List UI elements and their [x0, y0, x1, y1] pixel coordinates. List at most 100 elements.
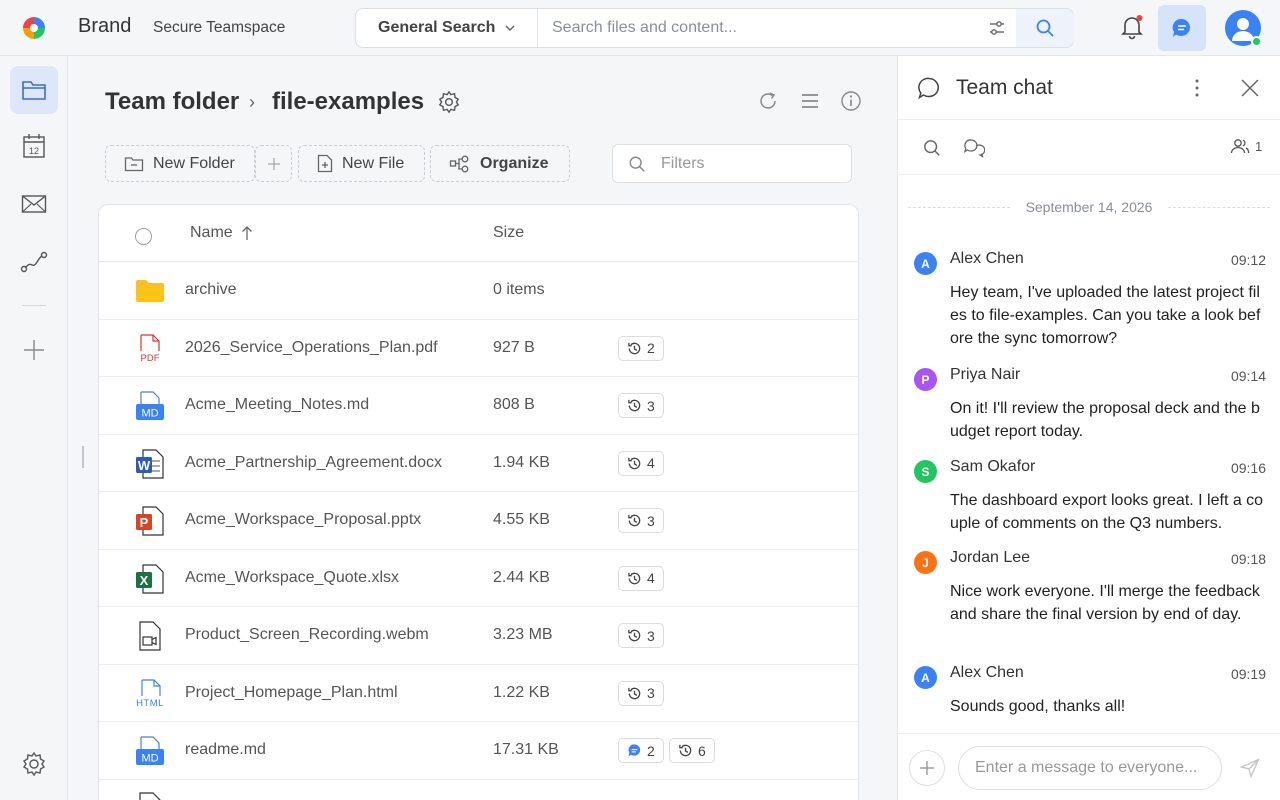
- members-count[interactable]: 1: [1230, 138, 1262, 154]
- chat-toggle-button[interactable]: [1158, 5, 1206, 51]
- message-time: 09:14: [1230, 368, 1266, 384]
- filter-input[interactable]: [661, 155, 831, 173]
- table-row[interactable]: MD readme.md 17.31 KB 2 6: [99, 722, 858, 780]
- table-row[interactable]: W Acme_Partnership_Agreement.docx 1.94 K…: [99, 435, 858, 492]
- search-input[interactable]: [552, 19, 972, 37]
- svg-text:X: X: [140, 573, 149, 588]
- folder-icon: [136, 280, 164, 302]
- select-all-checkbox[interactable]: [135, 228, 152, 245]
- author-avatar[interactable]: S: [914, 460, 937, 483]
- author-name[interactable]: Jordan Lee: [950, 549, 1030, 567]
- message-time: 09:18: [1230, 551, 1266, 567]
- table-row[interactable]: Product_Screen_Recording.webm 3.23 MB 3: [99, 607, 858, 665]
- new-folder-icon: [124, 156, 144, 171]
- table-row[interactable]: [99, 780, 858, 800]
- file-icon: [139, 791, 161, 800]
- version-count: 3: [647, 685, 655, 701]
- table-row[interactable]: X Acme_Workspace_Quote.xlsx 2.44 KB 4: [99, 550, 858, 607]
- info-icon[interactable]: [840, 90, 862, 112]
- version-history-badge[interactable]: 3: [618, 623, 664, 648]
- file-name[interactable]: Product_Screen_Recording.webm: [185, 626, 429, 644]
- filter-search-icon: [629, 156, 645, 172]
- version-history-badge[interactable]: 3: [618, 508, 664, 533]
- settings-icon: [23, 751, 45, 777]
- add-button[interactable]: [255, 145, 292, 182]
- history-icon: [679, 744, 692, 757]
- rail-settings[interactable]: [10, 740, 58, 788]
- message-input[interactable]: [958, 746, 1222, 790]
- version-history-badge[interactable]: 3: [618, 680, 664, 706]
- search-options-icon[interactable]: [988, 20, 1006, 36]
- author-name[interactable]: Priya Nair: [950, 366, 1020, 384]
- user-avatar[interactable]: [1225, 10, 1262, 47]
- table-row[interactable]: MD Acme_Meeting_Notes.md 808 B 3: [99, 377, 858, 435]
- chat-search-icon[interactable]: [923, 139, 941, 157]
- size-column-header[interactable]: Size: [493, 224, 524, 242]
- chat-outline-icon: [918, 77, 939, 99]
- history-icon: [628, 572, 641, 584]
- version-history-badge[interactable]: 4: [618, 565, 664, 591]
- file-size: 927 B: [493, 338, 535, 356]
- table-row[interactable]: HTML Project_Homepage_Plan.html 1.22 KB …: [99, 665, 858, 722]
- threads-icon[interactable]: [963, 138, 985, 158]
- version-history-badge[interactable]: 3: [618, 393, 664, 418]
- history-icon: [628, 457, 641, 469]
- more-options-icon[interactable]: [1194, 78, 1200, 98]
- file-name[interactable]: Acme_Partnership_Agreement.docx: [185, 454, 442, 472]
- file-name[interactable]: 2026_Service_Operations_Plan.pdf: [185, 339, 438, 357]
- notification-bell-icon[interactable]: [1120, 14, 1144, 40]
- new-folder-button[interactable]: New Folder: [105, 145, 255, 182]
- markdown-icon: MD: [136, 391, 164, 420]
- list-view-icon[interactable]: [799, 90, 821, 112]
- brand-logo-icon[interactable]: [22, 16, 46, 40]
- rail-mail[interactable]: [10, 180, 58, 228]
- attach-button[interactable]: [909, 750, 945, 786]
- filter-box: [612, 144, 852, 183]
- file-name[interactable]: readme.md: [185, 741, 266, 759]
- comment-icon: [628, 744, 641, 757]
- author-avatar[interactable]: A: [914, 666, 937, 689]
- search-scope-dropdown[interactable]: General Search: [356, 9, 538, 47]
- file-name[interactable]: Acme_Meeting_Notes.md: [185, 396, 369, 414]
- file-name[interactable]: Acme_Workspace_Proposal.pptx: [185, 511, 421, 529]
- file-size: 808 B: [493, 396, 535, 413]
- panel-resize-handle[interactable]: [82, 446, 84, 468]
- table-row[interactable]: archive 0 items: [99, 262, 858, 320]
- chevron-down-icon: [505, 25, 515, 32]
- table-row[interactable]: P Acme_Workspace_Proposal.pptx 4.55 KB 3: [99, 492, 858, 550]
- member-count-value: 1: [1255, 138, 1263, 154]
- table-row[interactable]: PDF 2026_Service_Operations_Plan.pdf 927…: [99, 320, 858, 377]
- author-avatar[interactable]: A: [914, 252, 937, 275]
- file-name[interactable]: Acme_Workspace_Quote.xlsx: [185, 569, 399, 587]
- rail-workflow[interactable]: [10, 238, 58, 286]
- author-name[interactable]: Sam Okafor: [950, 458, 1035, 476]
- author-avatar[interactable]: J: [914, 551, 937, 574]
- rail-files[interactable]: [10, 66, 58, 114]
- new-file-button[interactable]: New File: [298, 145, 425, 182]
- date-label: September 14, 2026: [1025, 199, 1153, 215]
- folder-settings-icon[interactable]: [437, 90, 461, 114]
- organize-label: Organize: [480, 154, 549, 172]
- date-separator: September 14, 2026: [908, 199, 1270, 215]
- file-name[interactable]: archive: [185, 281, 237, 299]
- version-count: 3: [647, 512, 655, 529]
- version-history-badge[interactable]: 2: [618, 335, 664, 361]
- rail-calendar[interactable]: 12: [10, 122, 58, 170]
- comments-badge[interactable]: 2: [618, 738, 664, 763]
- organize-button[interactable]: Organize: [430, 145, 570, 182]
- author-avatar[interactable]: P: [914, 368, 937, 391]
- author-name[interactable]: Alex Chen: [950, 664, 1024, 682]
- close-icon[interactable]: [1240, 78, 1260, 98]
- breadcrumb-separator: ›: [249, 92, 255, 112]
- search-button[interactable]: [1016, 9, 1074, 47]
- send-icon[interactable]: [1240, 758, 1260, 778]
- author-name[interactable]: Alex Chen: [950, 250, 1024, 268]
- table-header: Name Size: [99, 205, 858, 262]
- name-column-header[interactable]: Name: [190, 224, 253, 242]
- file-name[interactable]: Project_Homepage_Plan.html: [185, 684, 398, 702]
- rail-add[interactable]: [10, 326, 58, 374]
- version-history-badge[interactable]: 4: [618, 450, 664, 476]
- version-history-badge[interactable]: 6: [669, 738, 715, 763]
- refresh-icon[interactable]: [757, 90, 779, 112]
- breadcrumb-root[interactable]: Team folder: [105, 88, 239, 116]
